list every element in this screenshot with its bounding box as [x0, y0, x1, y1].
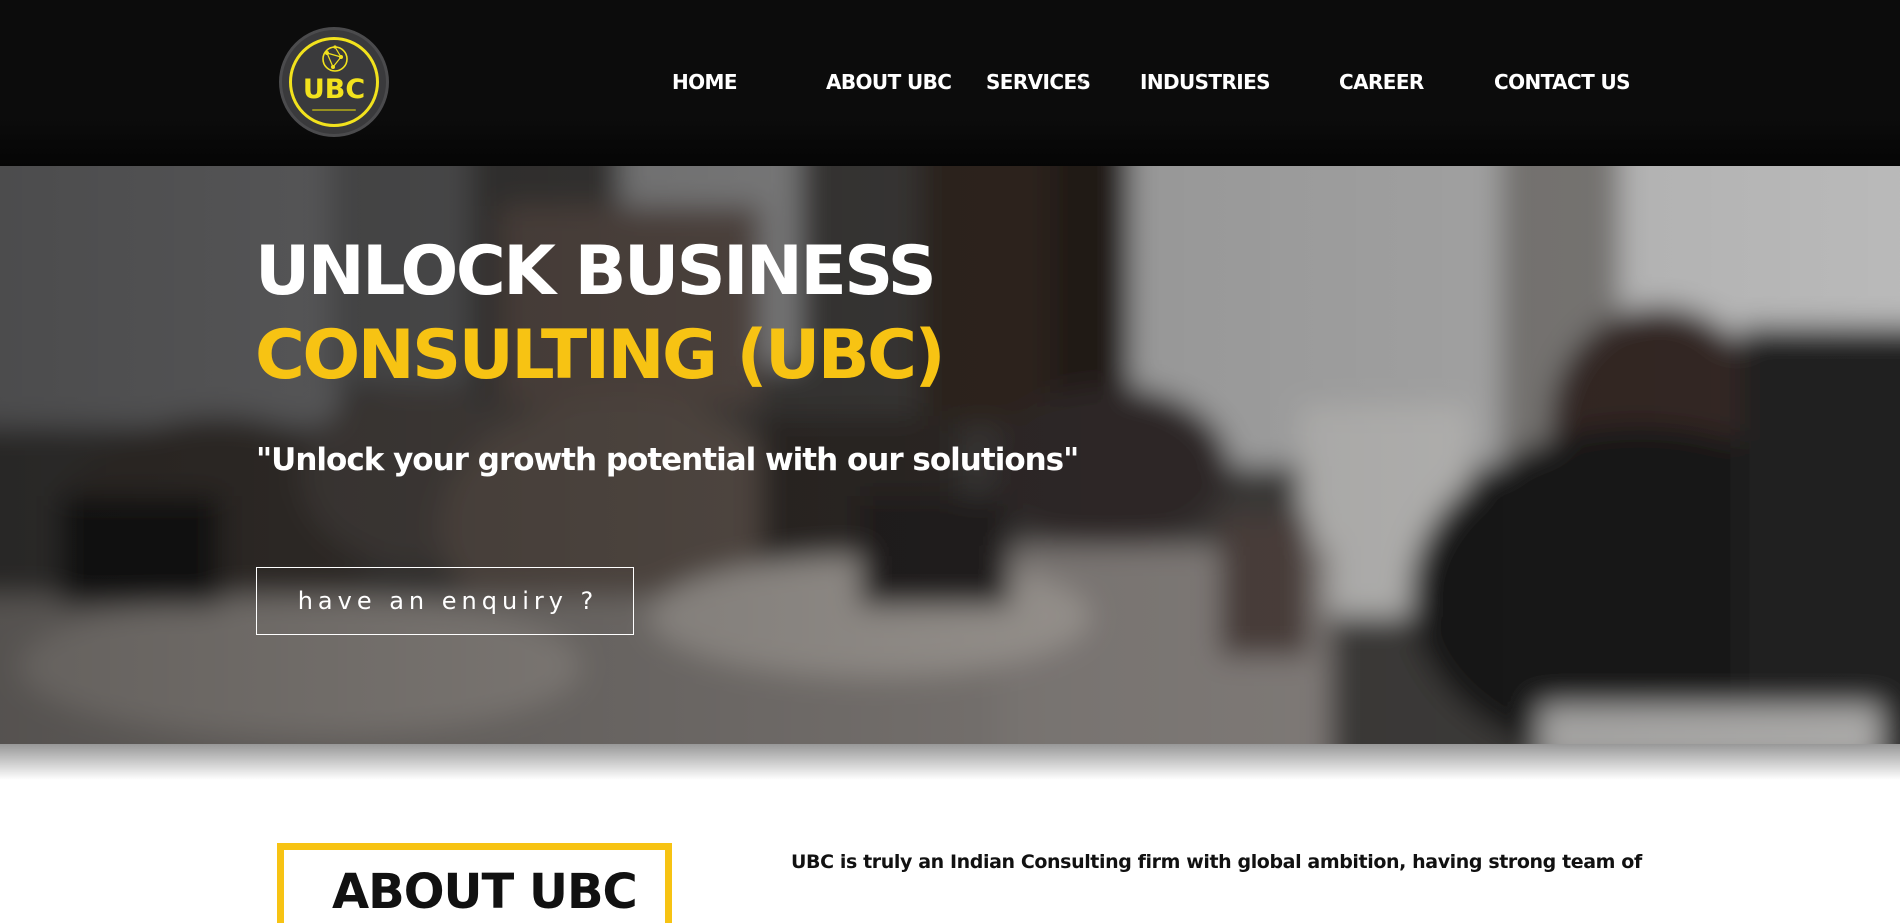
logo-text: UBC	[302, 74, 366, 105]
enquiry-button[interactable]: have an enquiry ?	[256, 567, 634, 635]
globe-network-icon	[322, 45, 348, 72]
hero-tagline: "Unlock your growth potential with our s…	[256, 442, 1079, 478]
nav-industries[interactable]: INDUSTRIES	[1140, 70, 1271, 94]
logo-tagline	[312, 109, 356, 111]
nav-services[interactable]: SERVICES	[986, 70, 1091, 94]
nav-career[interactable]: CAREER	[1339, 70, 1424, 94]
about-heading-box: ABOUT UBC	[277, 843, 672, 923]
about-heading: ABOUT UBC	[332, 864, 638, 920]
hero-title-line1: UNLOCK BUSINESS	[255, 232, 937, 311]
nav-home[interactable]: HOME	[672, 70, 738, 94]
nav-contact-us[interactable]: CONTACT US	[1494, 70, 1631, 94]
hero-section: UNLOCK BUSINESS CONSULTING (UBC) "Unlock…	[0, 166, 1900, 744]
hero-bottom-shadow	[0, 740, 1900, 780]
top-navbar: UBC HOME ABOUT UBC SERVICES INDUSTRIES C…	[0, 0, 1900, 166]
ubc-logo[interactable]: UBC	[279, 27, 389, 137]
about-text: UBC is truly an Indian Consulting firm w…	[791, 851, 1642, 873]
hero-title-line2: CONSULTING (UBC)	[255, 316, 946, 395]
chevron-down-icon[interactable]	[1076, 78, 1086, 84]
nav-about-ubc[interactable]: ABOUT UBC	[826, 70, 952, 94]
